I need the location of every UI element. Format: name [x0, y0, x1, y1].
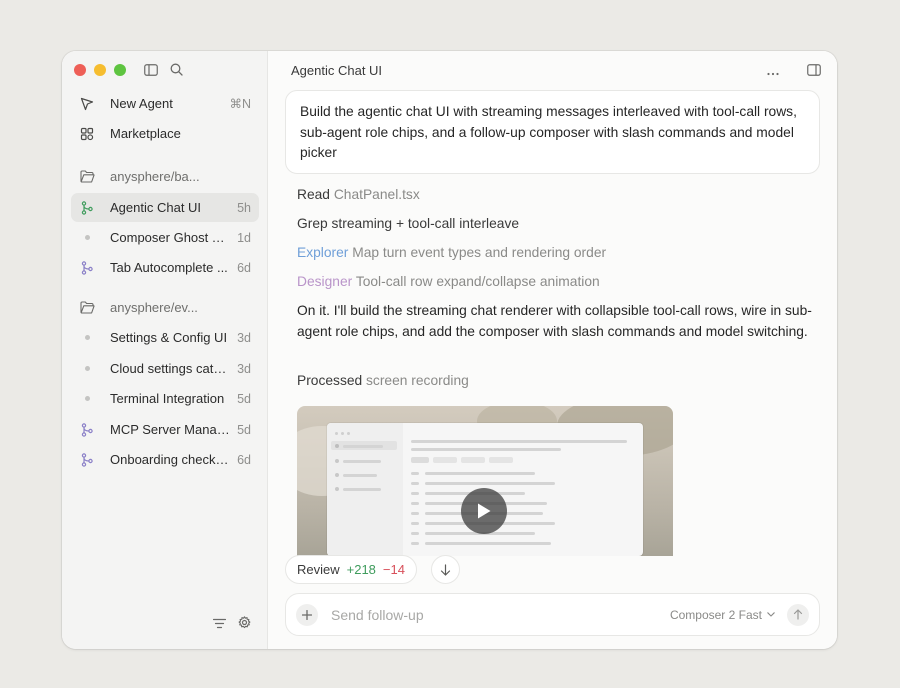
- tool-call-verb: Processed: [297, 373, 363, 388]
- status-dot-icon: [79, 361, 95, 377]
- agent-item-age: 6d: [237, 452, 251, 467]
- model-picker[interactable]: Composer 2 Fast: [670, 608, 775, 622]
- subagent-row-explorer[interactable]: Explorer Map turn event types and render…: [297, 245, 606, 260]
- tool-call-verb: Grep: [297, 216, 328, 231]
- status-dot-icon: [79, 391, 95, 407]
- agent-item-settings-config[interactable]: Settings & Config UI 3d: [71, 323, 259, 352]
- branch-icon: [79, 200, 95, 216]
- play-button[interactable]: [461, 488, 507, 534]
- agent-item-age: 5h: [237, 200, 251, 215]
- arrow-up-icon: [793, 609, 803, 620]
- agent-item-tab-autocomplete[interactable]: Tab Autocomplete ... 6d: [71, 253, 259, 282]
- assistant-reply: On it. I'll build the streaming chat ren…: [297, 303, 812, 339]
- add-attachment-button[interactable]: [296, 603, 318, 626]
- tool-call-detail: streaming + tool-call interleave: [331, 216, 520, 231]
- sidebar: New Agent ⌘N Marketplace anysphere/ba...…: [62, 51, 268, 649]
- agent-item-label: MCP Server Manager: [110, 422, 232, 437]
- subagent-task: Map turn event types and rendering order: [352, 245, 607, 260]
- agent-item-label: Agentic Chat UI: [110, 200, 202, 215]
- deletions-count: −14: [382, 562, 405, 577]
- subagent-role-chip: Explorer: [297, 245, 349, 260]
- app-window: New Agent ⌘N Marketplace anysphere/ba...…: [62, 51, 837, 649]
- repo-group-name: anysphere/ev...: [110, 299, 198, 315]
- chat-main: Agentic Chat UI Build the agentic chat U…: [268, 51, 837, 649]
- agent-item-age: 6d: [237, 260, 251, 275]
- right-panel-toggle-icon[interactable]: [807, 63, 821, 81]
- repo-group-name: anysphere/ba...: [110, 168, 200, 184]
- sidebar-toggle-icon[interactable]: [144, 63, 158, 76]
- branch-icon: [79, 260, 95, 276]
- tool-call-detail: ChatPanel.tsx: [333, 187, 420, 202]
- agent-item-composer-ghost[interactable]: Composer Ghost Te... 1d: [71, 223, 259, 252]
- agent-item-age: 5d: [237, 391, 251, 406]
- folder-icon: [79, 299, 95, 315]
- agent-item-label: Cloud settings cata...: [110, 361, 232, 376]
- marketplace-button[interactable]: Marketplace: [71, 119, 259, 148]
- tool-call-row-processed[interactable]: Processed screen recording: [297, 373, 469, 388]
- play-icon: [478, 503, 491, 519]
- scroll-to-bottom-button[interactable]: [431, 555, 460, 584]
- send-button[interactable]: [787, 603, 809, 626]
- review-changes-button[interactable]: Review +218 −14: [285, 555, 417, 584]
- window-controls: [74, 64, 126, 76]
- agent-item-age: 3d: [237, 330, 251, 345]
- followup-composer: Composer 2 Fast: [285, 593, 820, 636]
- tool-call-row-grep[interactable]: Grep streaming + tool-call interleave: [297, 216, 519, 231]
- new-agent-icon: [79, 96, 95, 112]
- agent-item-age: 5d: [237, 422, 251, 437]
- minimize-window-button[interactable]: [94, 64, 106, 76]
- new-agent-button[interactable]: New Agent ⌘N: [71, 89, 259, 118]
- filter-icon[interactable]: [212, 616, 227, 634]
- plus-icon: [302, 609, 312, 620]
- agent-item-label: Tab Autocomplete ...: [110, 260, 228, 275]
- search-icon[interactable]: [170, 63, 183, 76]
- new-agent-shortcut: ⌘N: [229, 97, 251, 111]
- user-prompt-message: Build the agentic chat UI with streaming…: [285, 90, 820, 174]
- repo-group-header[interactable]: anysphere/ba...: [71, 163, 259, 189]
- more-options-icon[interactable]: [767, 63, 779, 81]
- chevron-down-icon: [767, 612, 775, 617]
- agent-item-terminal-integration[interactable]: Terminal Integration 5d: [71, 384, 259, 413]
- marketplace-icon: [79, 126, 95, 142]
- marketplace-label: Marketplace: [110, 126, 181, 141]
- followup-input[interactable]: [331, 606, 670, 623]
- new-agent-label: New Agent: [110, 96, 173, 111]
- status-dot-icon: [79, 330, 95, 346]
- agent-item-label: Composer Ghost Te...: [110, 230, 232, 245]
- screen-recording-thumbnail[interactable]: [297, 406, 673, 556]
- review-label: Review: [297, 562, 340, 577]
- agent-item-mcp-server[interactable]: MCP Server Manager 5d: [71, 415, 259, 444]
- status-dot-icon: [79, 230, 95, 246]
- agent-item-onboarding[interactable]: Onboarding checkli... 6d: [71, 445, 259, 474]
- close-window-button[interactable]: [74, 64, 86, 76]
- branch-icon: [79, 422, 95, 438]
- page-title: Agentic Chat UI: [291, 63, 383, 78]
- branch-icon: [79, 452, 95, 468]
- tool-call-detail: screen recording: [366, 373, 469, 388]
- subagent-role-chip: Designer: [297, 274, 353, 289]
- additions-count: +218: [346, 562, 376, 577]
- subagent-row-designer[interactable]: Designer Tool-call row expand/collapse a…: [297, 274, 600, 289]
- tool-call-verb: Read: [297, 187, 330, 202]
- agent-item-cloud-settings[interactable]: Cloud settings cata... 3d: [71, 354, 259, 383]
- agent-item-age: 1d: [237, 230, 251, 245]
- settings-gear-icon[interactable]: [238, 616, 251, 634]
- agent-item-agentic-chat-ui[interactable]: Agentic Chat UI 5h: [71, 193, 259, 222]
- agent-item-age: 3d: [237, 361, 251, 376]
- agent-item-label: Terminal Integration: [110, 391, 225, 406]
- repo-group-header[interactable]: anysphere/ev...: [71, 294, 259, 320]
- tool-call-row-read[interactable]: Read ChatPanel.tsx: [297, 187, 420, 202]
- agent-item-label: Onboarding checkli...: [110, 452, 232, 467]
- folder-icon: [79, 168, 95, 184]
- agent-item-label: Settings & Config UI: [110, 330, 228, 345]
- subagent-task: Tool-call row expand/collapse animation: [355, 274, 600, 289]
- maximize-window-button[interactable]: [114, 64, 126, 76]
- model-picker-label: Composer 2 Fast: [669, 607, 762, 622]
- arrow-down-icon: [440, 563, 451, 576]
